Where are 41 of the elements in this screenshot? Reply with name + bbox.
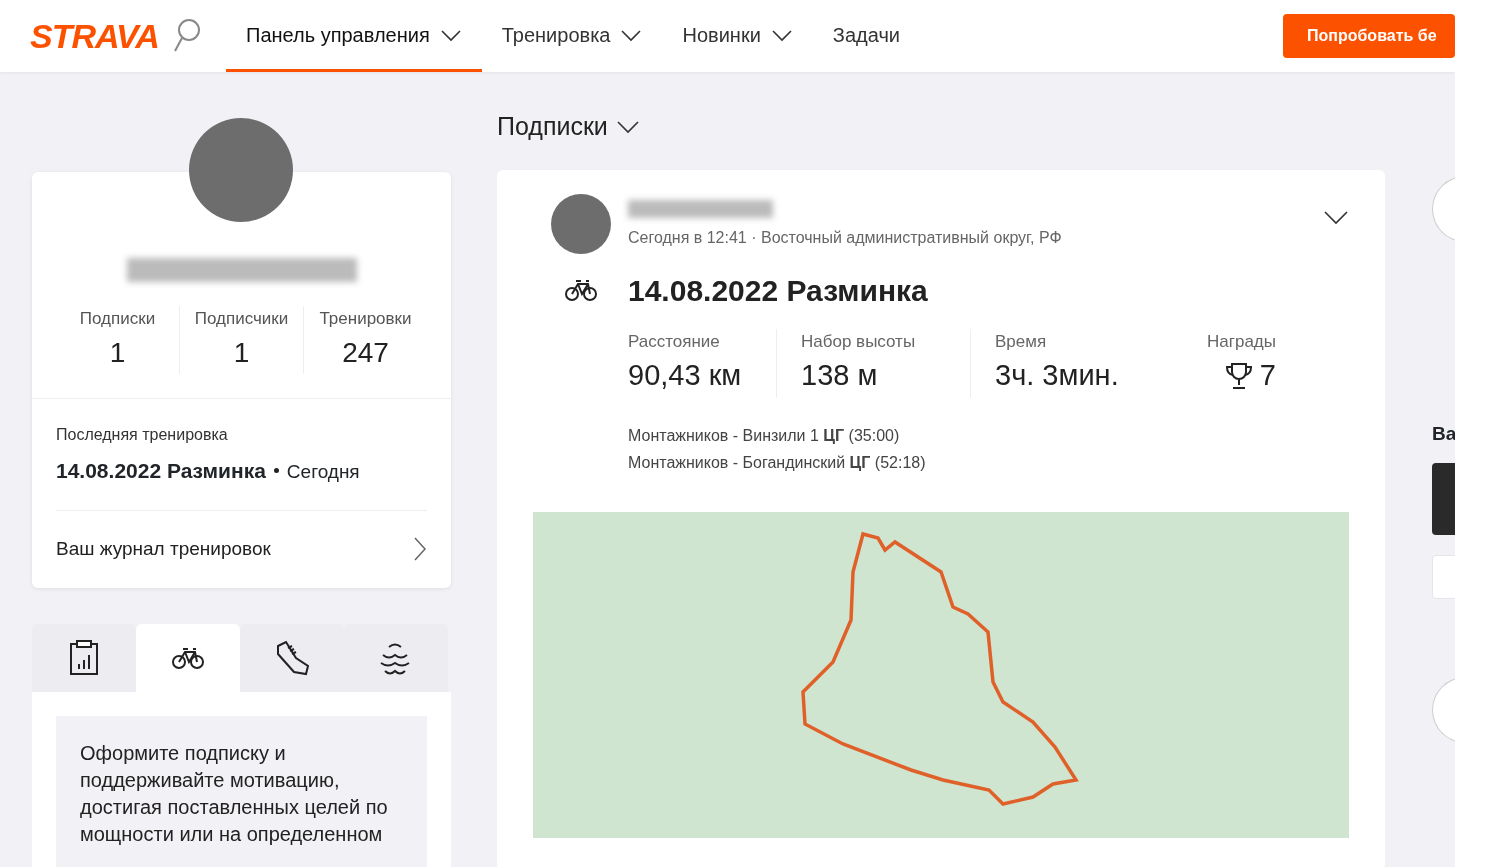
bicycle-icon	[171, 645, 205, 670]
workout-date: Сегодня	[286, 459, 360, 484]
stat-value: 3ч. 3мин.	[995, 358, 1120, 393]
nav-menu-item[interactable]: Панель управления	[226, 0, 482, 72]
section-label: Последняя тренировка	[56, 424, 229, 445]
stat-label: Время	[995, 330, 1048, 353]
stat-value: 138 м	[801, 358, 879, 393]
trophy-icon	[1225, 361, 1252, 390]
workout-link[interactable]: 14.08.2022 Разминка	[56, 454, 266, 486]
stat-value: 90,43 км	[628, 358, 743, 393]
activity-title[interactable]: 14.08.2022 Разминка	[628, 267, 1349, 313]
nav-menu-item[interactable]: Задачи	[812, 0, 920, 72]
stat-value: 247	[341, 335, 390, 370]
stat-value: 1	[108, 335, 127, 370]
chevron-right-icon	[413, 536, 427, 563]
stat-label: Набор высоты	[801, 330, 917, 353]
sport-tab[interactable]	[240, 623, 344, 692]
clipboard-chart-icon	[68, 638, 100, 677]
sport-tab[interactable]	[136, 623, 240, 692]
sport-tab[interactable]	[32, 623, 136, 692]
shoe-icon	[274, 639, 310, 676]
nav-menu-item[interactable]: Новинки	[662, 0, 813, 72]
journal-link[interactable]: Ваш журнал тренировок	[56, 511, 427, 564]
promo-text: Оформите подписку и поддерживайте мотивацию, достигая поставленных целей по мощности или на определенном	[56, 715, 427, 867]
nav-menu-item[interactable]: Тренировка	[481, 0, 663, 72]
awards-count: 7	[1259, 358, 1276, 393]
segment-text: Монтажников - Винзили 1 ЦГ (35:00)	[628, 425, 901, 446]
separator-dot	[273, 467, 279, 473]
search-icon[interactable]	[172, 18, 202, 54]
stat-label: Подписки	[78, 308, 157, 330]
chevron-down-icon	[615, 118, 640, 135]
activity-meta: Сегодня в 12:41 · Восточный административный округ, РФ	[628, 227, 1062, 248]
chevron-down-icon[interactable]	[1323, 209, 1349, 226]
stat-label: Награды	[1206, 330, 1276, 353]
bicycle-icon	[563, 277, 598, 302]
stat-label: Тренировки	[318, 308, 413, 330]
stat-label: Подписчики	[193, 308, 290, 330]
segment-text: Монтажников - Богандинский ЦГ (52:18)	[628, 452, 927, 473]
stat-label: Расстояние	[628, 330, 721, 353]
stat-value: 1	[232, 335, 251, 370]
feed-filter[interactable]: Подписки	[497, 108, 640, 146]
